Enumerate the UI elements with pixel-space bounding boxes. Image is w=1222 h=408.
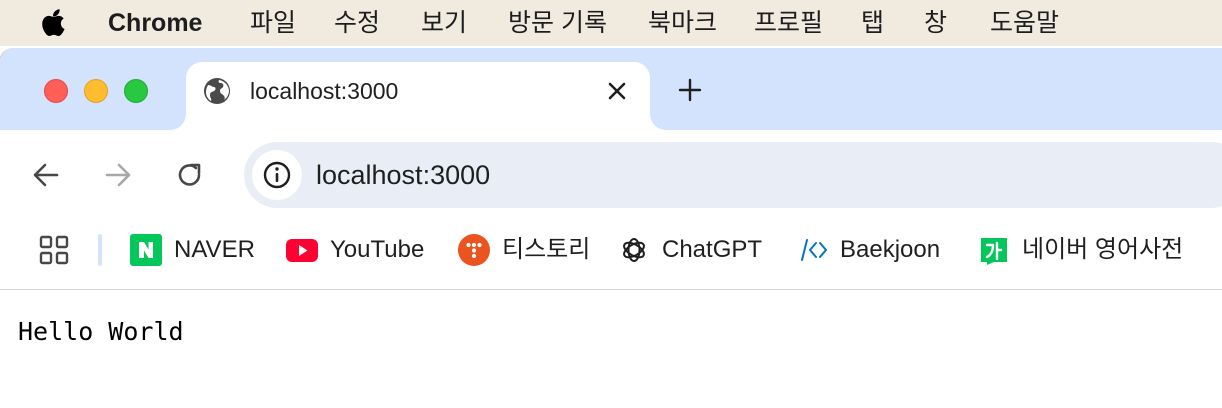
baekjoon-icon xyxy=(796,234,828,266)
back-arrow-icon[interactable] xyxy=(28,157,64,193)
close-window-button[interactable] xyxy=(44,79,68,103)
tistory-icon xyxy=(458,234,490,266)
toolbar: localhost:3000 xyxy=(0,130,1222,220)
menu-history[interactable]: 방문 기록 xyxy=(508,9,607,37)
new-tab-icon[interactable] xyxy=(674,74,706,106)
naver-dictionary-icon xyxy=(978,234,1010,266)
naver-icon xyxy=(130,234,162,266)
bookmark-label: 티스토리 xyxy=(502,236,591,263)
bookmark-youtube[interactable]: YouTube xyxy=(286,230,424,270)
zoom-window-button[interactable] xyxy=(124,79,148,103)
bookmark-chatgpt[interactable]: ChatGPT xyxy=(618,230,762,270)
apps-grid-icon[interactable] xyxy=(38,234,70,266)
bookmark-label: ChatGPT xyxy=(662,236,763,263)
menu-help[interactable]: 도움말 xyxy=(990,9,1059,37)
tab-title: localhost:3000 xyxy=(250,78,399,104)
apple-logo-icon[interactable] xyxy=(40,8,68,38)
menu-view[interactable]: 보기 xyxy=(421,9,467,37)
site-info-icon[interactable] xyxy=(252,150,302,200)
bookmark-naver-dictionary[interactable]: 네이버 영어사전 xyxy=(978,230,1183,270)
bookmark-label: Baekjoon xyxy=(840,236,941,263)
menu-chrome[interactable]: Chrome xyxy=(108,9,202,37)
bookmark-label: 네이버 영어사전 xyxy=(1022,236,1184,263)
address-bar[interactable]: localhost:3000 xyxy=(244,142,1222,208)
browser-window: localhost:3000 localhost:3000 NAVER YouT… xyxy=(0,48,1222,408)
url-text[interactable]: localhost:3000 xyxy=(316,160,490,190)
youtube-icon xyxy=(286,234,318,266)
bookmark-label: NAVER xyxy=(174,236,255,263)
bookmark-baekjoon[interactable]: Baekjoon xyxy=(796,230,940,270)
globe-icon xyxy=(202,76,232,106)
macos-menu-bar: Chrome 파일 수정 보기 방문 기록 북마크 프로필 탭 창 도움말 xyxy=(0,0,1222,46)
menu-window[interactable]: 창 xyxy=(924,9,947,37)
menu-edit[interactable]: 수정 xyxy=(334,9,380,37)
menu-profile[interactable]: 프로필 xyxy=(754,9,823,37)
bookmark-naver[interactable]: NAVER xyxy=(130,230,255,270)
close-tab-icon[interactable] xyxy=(602,76,632,106)
page-content: Hello World xyxy=(0,291,1222,408)
bookmarks-bar: NAVER YouTube 티스토리 ChatGPT Baekjoon 네이버 … xyxy=(0,220,1222,290)
hello-world-text: Hello World xyxy=(18,317,184,346)
reload-icon[interactable] xyxy=(172,157,208,193)
tab-strip: localhost:3000 xyxy=(0,48,1222,130)
minimize-window-button[interactable] xyxy=(84,79,108,103)
bookmark-label: YouTube xyxy=(330,236,425,263)
bookmark-tistory[interactable]: 티스토리 xyxy=(458,230,590,270)
menu-bookmarks[interactable]: 북마크 xyxy=(648,9,717,37)
tab-localhost[interactable]: localhost:3000 xyxy=(186,62,650,130)
forward-arrow-icon[interactable] xyxy=(100,157,136,193)
menu-tab[interactable]: 탭 xyxy=(861,9,884,37)
bookmarks-separator xyxy=(98,234,102,266)
menu-file[interactable]: 파일 xyxy=(250,9,296,37)
chatgpt-icon xyxy=(618,234,650,266)
